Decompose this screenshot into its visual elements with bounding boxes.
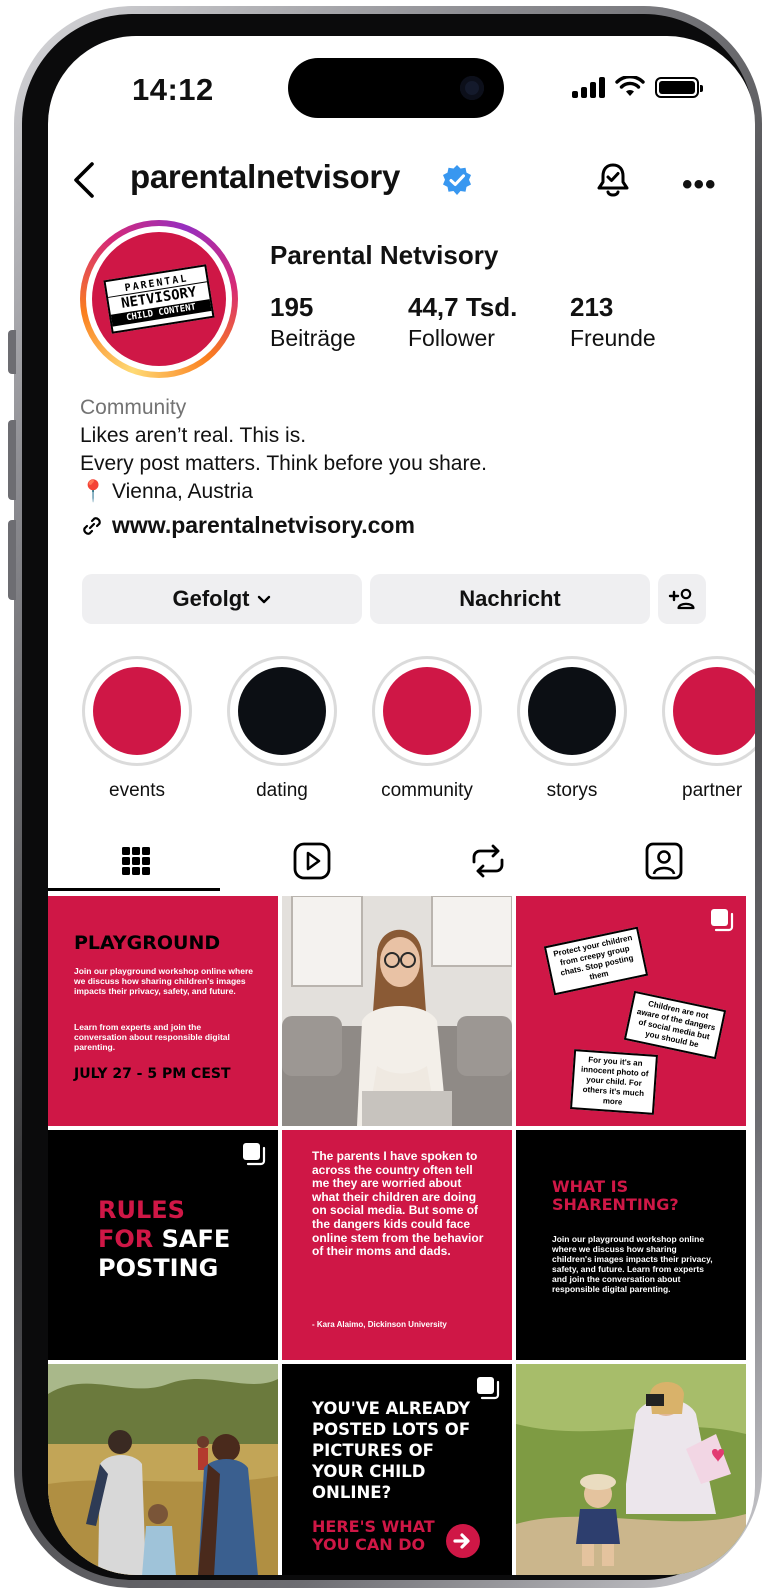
notification-bell-icon[interactable]	[593, 160, 633, 200]
multiple-posts-icon	[711, 909, 734, 932]
post-tile[interactable]: PLAYGROUND Join our playground workshop …	[48, 896, 278, 1126]
highlight-cover	[238, 667, 326, 755]
status-time: 14:12	[132, 72, 214, 107]
repost-icon	[472, 844, 504, 878]
tab-posts-grid[interactable]	[48, 832, 224, 890]
following-button[interactable]: Gefolgt	[82, 574, 362, 624]
post-tile[interactable]: RULES FOR SAFE POSTING	[48, 1130, 278, 1360]
mother-child-photo	[516, 1364, 746, 1575]
story-highlight[interactable]: community	[372, 656, 482, 802]
bio-location: 📍 Vienna, Austria	[80, 480, 253, 503]
profile-header: parentalnetvisory •••	[48, 156, 755, 206]
more-options-icon[interactable]: •••	[682, 168, 717, 202]
multiple-posts-icon	[243, 1143, 266, 1166]
link-icon	[83, 516, 101, 535]
tab-reposts[interactable]	[400, 832, 576, 890]
tab-reels[interactable]	[224, 832, 400, 890]
add-person-icon	[668, 588, 695, 610]
cellular-signal-icon	[572, 76, 605, 98]
story-highlight[interactable]: events	[82, 656, 192, 802]
active-tab-indicator	[48, 888, 220, 891]
message-button[interactable]: Nachricht	[370, 574, 650, 624]
family-field-photo	[48, 1364, 278, 1575]
stat-friends[interactable]: 213 Freunde	[570, 292, 656, 352]
camera-icon	[460, 76, 484, 100]
profile-bio: Community Likes aren’t real. This is. Ev…	[80, 394, 487, 506]
highlight-cover	[528, 667, 616, 755]
username-title: parentalnetvisory	[130, 158, 401, 195]
website-link[interactable]: www.parentalnetvisory.com	[80, 512, 415, 539]
stat-followers[interactable]: 44,7 Tsd. Follower	[408, 292, 517, 352]
suggest-people-button[interactable]	[658, 574, 706, 624]
tagged-person-icon	[645, 842, 683, 880]
post-tile[interactable]: The parents I have spoken to across the …	[282, 1130, 512, 1360]
bio-line: Every post matters. Think before you sha…	[80, 452, 487, 475]
arrow-right-icon	[446, 1524, 480, 1558]
post-tile-photo[interactable]	[516, 1364, 746, 1575]
posts-grid: PLAYGROUND Join our playground workshop …	[48, 896, 755, 1575]
screen: 14:12 parentalnetvisory ••• PARENTAL NET…	[48, 36, 755, 1575]
portrait-photo	[282, 896, 512, 1126]
grid-icon	[122, 847, 150, 875]
avatar: PARENTAL NETVISORY CHILD CONTENT	[92, 232, 226, 366]
stat-posts[interactable]: 195 Beiträge	[270, 292, 356, 352]
mute-switch	[8, 330, 16, 374]
story-highlight[interactable]: dating	[227, 656, 337, 802]
status-icons	[572, 76, 703, 98]
tab-tagged[interactable]	[576, 832, 752, 890]
story-highlight[interactable]: partner	[662, 656, 755, 802]
verified-badge-icon	[443, 165, 471, 195]
post-tile-photo[interactable]	[48, 1364, 278, 1575]
highlight-cover	[93, 667, 181, 755]
avatar-logo: PARENTAL NETVISORY CHILD CONTENT	[103, 264, 215, 334]
highlight-cover	[383, 667, 471, 755]
post-tile[interactable]: WHAT IS SHARENTING? Join our playground …	[516, 1130, 746, 1360]
back-icon[interactable]	[72, 160, 96, 207]
highlight-cover	[673, 667, 755, 755]
post-tile[interactable]: Protect your children from creepy group …	[516, 896, 746, 1126]
dynamic-island	[288, 58, 504, 118]
chevron-down-icon	[257, 595, 270, 604]
wifi-icon	[615, 76, 645, 96]
profile-avatar-story-ring[interactable]: PARENTAL NETVISORY CHILD CONTENT	[80, 220, 238, 378]
volume-up-button	[8, 420, 16, 500]
volume-down-button	[8, 520, 16, 600]
multiple-posts-icon	[477, 1377, 500, 1400]
story-highlight[interactable]: storys	[517, 656, 627, 802]
reels-icon	[293, 842, 331, 880]
category-label: Community	[80, 396, 187, 419]
profile-display-name: Parental Netvisory	[270, 240, 499, 270]
battery-icon	[655, 76, 703, 98]
profile-tabs	[48, 832, 755, 892]
post-tile[interactable]: YOU'VE ALREADY POSTED LOTS OF PICTURES O…	[282, 1364, 512, 1575]
map-pin-icon: 📍	[80, 480, 107, 503]
post-tile-photo[interactable]	[282, 896, 512, 1126]
bio-line: Likes aren’t real. This is.	[80, 424, 307, 447]
